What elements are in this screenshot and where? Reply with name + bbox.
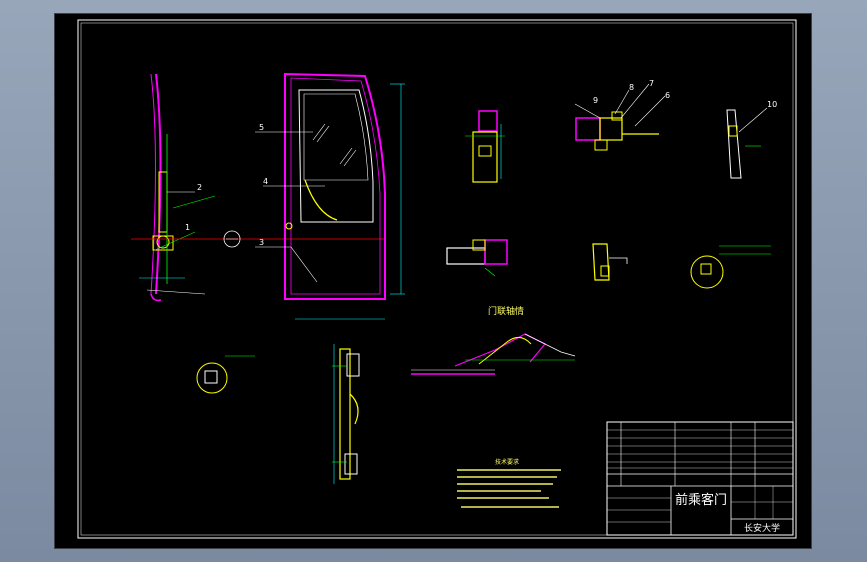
door-front-view: 5 4 3 [255,72,405,320]
section-detail-e [592,243,628,281]
section-centerline [131,230,385,248]
part-number-2: 2 [197,183,202,192]
hinge-linkage-view: 门联轴情 [411,305,576,375]
section-detail-a [465,110,505,183]
title-block: 前乘客门 长安大学 [606,421,794,536]
drawing-title: 前乘客门 [675,492,727,508]
part-number-6: 6 [665,91,670,100]
drawing-canvas[interactable]: 2 1 5 4 3 9 8 7 6 10 门联轴情 技术要求 前乘客门 长安大学 [55,14,811,548]
part-number-7: 7 [649,79,654,88]
part-number-9: 9 [593,96,598,105]
drawing-border [77,19,797,539]
section-detail-d [446,239,508,277]
section-title: 门联轴情 [488,305,524,317]
part-number-5: 5 [259,123,264,132]
door-side-view: 2 1 [139,73,216,302]
cad-drawing-svg: 2 1 5 4 3 9 8 7 6 10 门联轴情 技术要求 前乘客门 长安大学 [77,19,797,539]
technical-notes: 技术要求 [457,458,561,508]
school-name: 长安大学 [744,522,780,534]
part-number-10: 10 [767,100,777,109]
part-number-3: 3 [259,238,264,247]
part-number-4: 4 [263,177,268,186]
detail-circle-right [690,245,771,289]
part-number-8: 8 [629,83,634,92]
door-vertical-section [332,344,360,484]
detail-circle-left [196,355,255,394]
part-number-1: 1 [185,223,190,232]
section-detail-b: 9 8 7 6 [574,79,670,151]
notes-heading: 技术要求 [495,458,519,466]
section-detail-c: 10 [726,100,777,179]
